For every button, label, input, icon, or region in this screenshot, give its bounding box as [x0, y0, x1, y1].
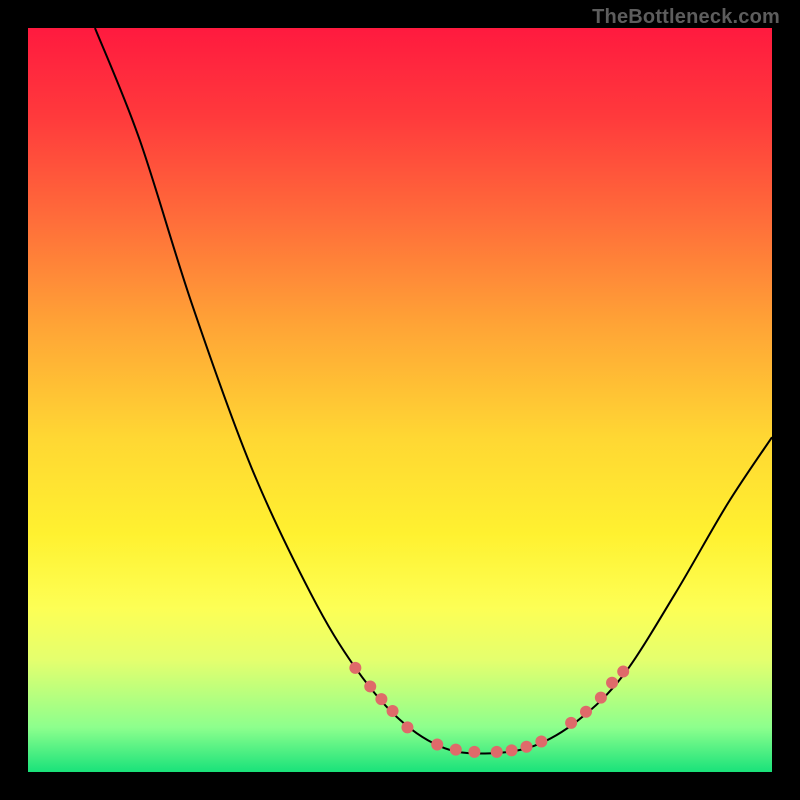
- data-marker: [364, 680, 376, 692]
- data-marker: [401, 721, 413, 733]
- data-marker: [565, 717, 577, 729]
- data-marker: [506, 744, 518, 756]
- data-marker: [349, 662, 361, 674]
- bottleneck-curve: [28, 28, 772, 772]
- attribution-text: TheBottleneck.com: [592, 6, 780, 29]
- data-marker: [535, 735, 547, 747]
- data-marker: [617, 666, 629, 678]
- data-marker: [468, 746, 480, 758]
- chart-frame: TheBottleneck.com: [0, 0, 800, 800]
- data-marker: [595, 692, 607, 704]
- data-marker: [387, 705, 399, 717]
- data-marker: [450, 744, 462, 756]
- plot-area: [28, 28, 772, 772]
- data-marker: [431, 738, 443, 750]
- data-marker: [491, 746, 503, 758]
- data-marker: [520, 741, 532, 753]
- data-marker: [606, 677, 618, 689]
- data-marker: [375, 693, 387, 705]
- data-marker: [580, 706, 592, 718]
